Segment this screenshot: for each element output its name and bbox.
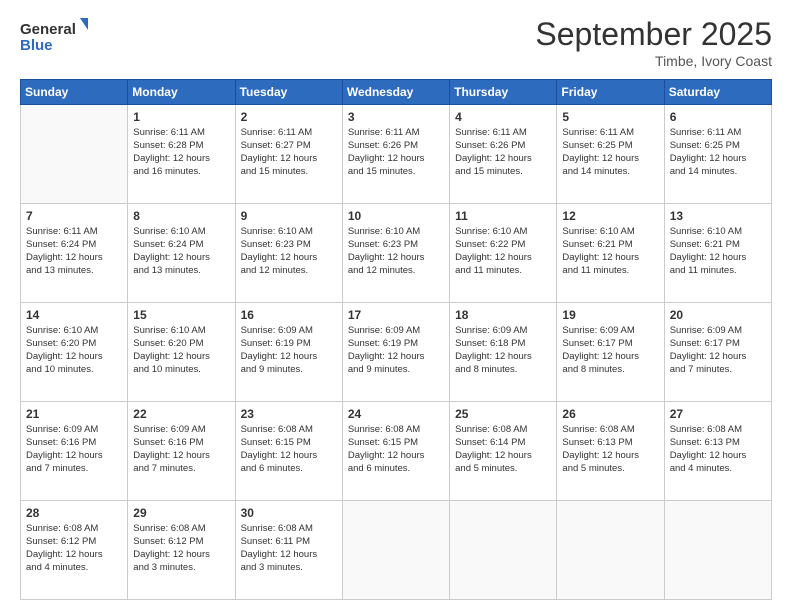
calendar-cell: 20Sunrise: 6:09 AMSunset: 6:17 PMDayligh… <box>664 303 771 402</box>
week-row-4: 28Sunrise: 6:08 AMSunset: 6:12 PMDayligh… <box>21 501 772 600</box>
calendar-cell: 11Sunrise: 6:10 AMSunset: 6:22 PMDayligh… <box>450 204 557 303</box>
day-number: 26 <box>562 406 658 422</box>
calendar-cell <box>557 501 664 600</box>
calendar-cell: 28Sunrise: 6:08 AMSunset: 6:12 PMDayligh… <box>21 501 128 600</box>
subtitle: Timbe, Ivory Coast <box>535 53 772 69</box>
calendar-cell: 26Sunrise: 6:08 AMSunset: 6:13 PMDayligh… <box>557 402 664 501</box>
day-number: 18 <box>455 307 551 323</box>
calendar-cell: 21Sunrise: 6:09 AMSunset: 6:16 PMDayligh… <box>21 402 128 501</box>
day-number: 23 <box>241 406 337 422</box>
day-number: 30 <box>241 505 337 521</box>
day-number: 25 <box>455 406 551 422</box>
day-number: 20 <box>670 307 766 323</box>
col-header-wednesday: Wednesday <box>342 80 449 105</box>
day-number: 14 <box>26 307 122 323</box>
day-number: 29 <box>133 505 229 521</box>
day-number: 10 <box>348 208 444 224</box>
day-number: 21 <box>26 406 122 422</box>
calendar-cell: 19Sunrise: 6:09 AMSunset: 6:17 PMDayligh… <box>557 303 664 402</box>
day-number: 8 <box>133 208 229 224</box>
col-header-thursday: Thursday <box>450 80 557 105</box>
calendar-cell: 23Sunrise: 6:08 AMSunset: 6:15 PMDayligh… <box>235 402 342 501</box>
calendar-cell: 3Sunrise: 6:11 AMSunset: 6:26 PMDaylight… <box>342 105 449 204</box>
calendar-cell: 24Sunrise: 6:08 AMSunset: 6:15 PMDayligh… <box>342 402 449 501</box>
header: General Blue September 2025 Timbe, Ivory… <box>20 16 772 69</box>
logo-svg: General Blue <box>20 16 90 56</box>
day-number: 17 <box>348 307 444 323</box>
day-number: 19 <box>562 307 658 323</box>
calendar-cell: 2Sunrise: 6:11 AMSunset: 6:27 PMDaylight… <box>235 105 342 204</box>
day-number: 4 <box>455 109 551 125</box>
calendar-cell: 9Sunrise: 6:10 AMSunset: 6:23 PMDaylight… <box>235 204 342 303</box>
logo: General Blue <box>20 16 90 56</box>
week-row-2: 14Sunrise: 6:10 AMSunset: 6:20 PMDayligh… <box>21 303 772 402</box>
calendar-cell: 1Sunrise: 6:11 AMSunset: 6:28 PMDaylight… <box>128 105 235 204</box>
calendar-cell: 29Sunrise: 6:08 AMSunset: 6:12 PMDayligh… <box>128 501 235 600</box>
calendar-cell <box>342 501 449 600</box>
calendar-cell: 7Sunrise: 6:11 AMSunset: 6:24 PMDaylight… <box>21 204 128 303</box>
day-number: 16 <box>241 307 337 323</box>
day-number: 22 <box>133 406 229 422</box>
calendar-cell: 16Sunrise: 6:09 AMSunset: 6:19 PMDayligh… <box>235 303 342 402</box>
calendar-cell: 30Sunrise: 6:08 AMSunset: 6:11 PMDayligh… <box>235 501 342 600</box>
day-number: 12 <box>562 208 658 224</box>
week-row-1: 7Sunrise: 6:11 AMSunset: 6:24 PMDaylight… <box>21 204 772 303</box>
calendar-cell: 10Sunrise: 6:10 AMSunset: 6:23 PMDayligh… <box>342 204 449 303</box>
month-title: September 2025 <box>535 16 772 53</box>
week-row-0: 1Sunrise: 6:11 AMSunset: 6:28 PMDaylight… <box>21 105 772 204</box>
calendar-cell: 6Sunrise: 6:11 AMSunset: 6:25 PMDaylight… <box>664 105 771 204</box>
day-number: 15 <box>133 307 229 323</box>
col-header-sunday: Sunday <box>21 80 128 105</box>
day-number: 28 <box>26 505 122 521</box>
calendar-cell: 18Sunrise: 6:09 AMSunset: 6:18 PMDayligh… <box>450 303 557 402</box>
day-number: 1 <box>133 109 229 125</box>
day-number: 3 <box>348 109 444 125</box>
title-block: September 2025 Timbe, Ivory Coast <box>535 16 772 69</box>
calendar-cell: 14Sunrise: 6:10 AMSunset: 6:20 PMDayligh… <box>21 303 128 402</box>
calendar-cell <box>664 501 771 600</box>
calendar-cell: 13Sunrise: 6:10 AMSunset: 6:21 PMDayligh… <box>664 204 771 303</box>
calendar-cell <box>21 105 128 204</box>
col-header-tuesday: Tuesday <box>235 80 342 105</box>
calendar-cell: 8Sunrise: 6:10 AMSunset: 6:24 PMDaylight… <box>128 204 235 303</box>
calendar-cell: 12Sunrise: 6:10 AMSunset: 6:21 PMDayligh… <box>557 204 664 303</box>
col-header-friday: Friday <box>557 80 664 105</box>
day-number: 5 <box>562 109 658 125</box>
calendar-cell: 15Sunrise: 6:10 AMSunset: 6:20 PMDayligh… <box>128 303 235 402</box>
day-number: 9 <box>241 208 337 224</box>
day-number: 24 <box>348 406 444 422</box>
calendar-table: SundayMondayTuesdayWednesdayThursdayFrid… <box>20 79 772 600</box>
calendar-cell: 5Sunrise: 6:11 AMSunset: 6:25 PMDaylight… <box>557 105 664 204</box>
col-header-monday: Monday <box>128 80 235 105</box>
calendar-cell <box>450 501 557 600</box>
day-number: 6 <box>670 109 766 125</box>
calendar-cell: 17Sunrise: 6:09 AMSunset: 6:19 PMDayligh… <box>342 303 449 402</box>
calendar-cell: 27Sunrise: 6:08 AMSunset: 6:13 PMDayligh… <box>664 402 771 501</box>
day-number: 13 <box>670 208 766 224</box>
col-header-saturday: Saturday <box>664 80 771 105</box>
day-number: 2 <box>241 109 337 125</box>
calendar-cell: 4Sunrise: 6:11 AMSunset: 6:26 PMDaylight… <box>450 105 557 204</box>
page: General Blue September 2025 Timbe, Ivory… <box>0 0 792 612</box>
svg-text:Blue: Blue <box>20 37 53 54</box>
calendar-cell: 22Sunrise: 6:09 AMSunset: 6:16 PMDayligh… <box>128 402 235 501</box>
day-number: 7 <box>26 208 122 224</box>
calendar-cell: 25Sunrise: 6:08 AMSunset: 6:14 PMDayligh… <box>450 402 557 501</box>
header-row: SundayMondayTuesdayWednesdayThursdayFrid… <box>21 80 772 105</box>
day-number: 27 <box>670 406 766 422</box>
week-row-3: 21Sunrise: 6:09 AMSunset: 6:16 PMDayligh… <box>21 402 772 501</box>
svg-text:General: General <box>20 21 76 38</box>
day-number: 11 <box>455 208 551 224</box>
